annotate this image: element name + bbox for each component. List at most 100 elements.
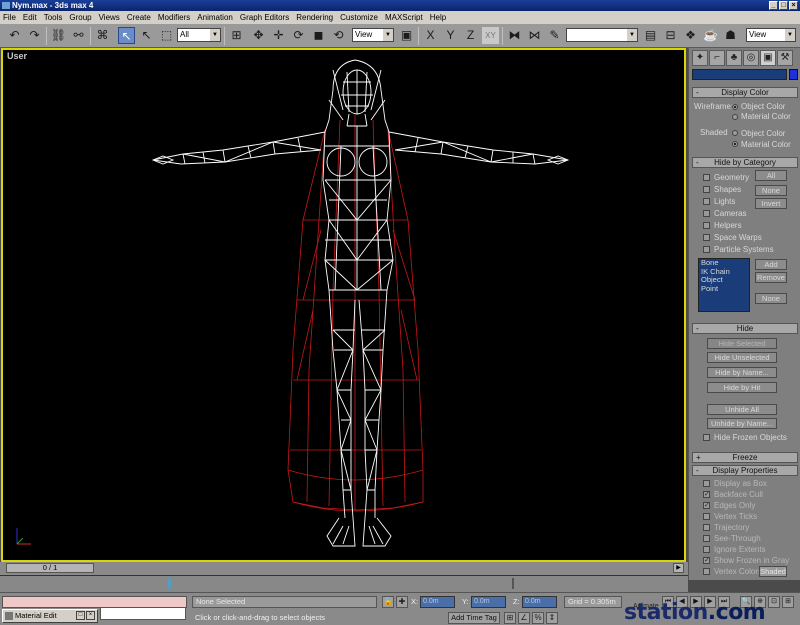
utilities-icon[interactable]: ⚒	[777, 50, 793, 66]
material-editor-icon[interactable]: ✎	[546, 27, 563, 44]
absolute-mode-icon[interactable]: ✚	[396, 596, 408, 608]
hide-none-button[interactable]: None	[755, 185, 787, 196]
time-slider[interactable]: 0 / 1	[6, 563, 94, 573]
menu-file[interactable]: File	[3, 13, 16, 22]
shaded-material-color-radio[interactable]	[732, 141, 738, 147]
display-color-rollout[interactable]: - Display Color	[692, 87, 798, 98]
list-item[interactable]: Point	[699, 284, 749, 294]
object-color-swatch[interactable]	[789, 69, 798, 80]
menu-customize[interactable]: Customize	[340, 13, 378, 22]
maxscript-input-field[interactable]	[100, 607, 186, 620]
schematic-view-icon[interactable]: ⊟	[662, 27, 679, 44]
menu-rendering[interactable]: Rendering	[296, 13, 333, 22]
see-through-checkbox[interactable]	[703, 535, 710, 542]
motion-icon[interactable]: ◎	[743, 50, 759, 66]
mirror-tool-icon[interactable]: ⧓	[506, 27, 523, 44]
lock-selection-icon[interactable]: 🔒	[382, 596, 394, 608]
hide-frozen-checkbox[interactable]	[703, 434, 710, 441]
minimize-button[interactable]: _	[769, 1, 778, 10]
add-time-tag-button[interactable]: Add Time Tag	[448, 612, 500, 624]
hide-all-button[interactable]: All	[755, 170, 787, 181]
modify-icon[interactable]: ⌐	[709, 50, 725, 66]
render-scene-icon[interactable]: ❖	[682, 27, 699, 44]
show-frozen-gray-checkbox[interactable]: ✓	[703, 557, 710, 564]
hide-helpers-checkbox[interactable]	[703, 222, 710, 229]
unhide-by-name-button[interactable]: Unhide by Name...	[707, 418, 777, 429]
menu-modifiers[interactable]: Modifiers	[158, 13, 190, 22]
hide-unselected-button[interactable]: Hide Unselected	[707, 352, 777, 363]
track-bar[interactable]	[0, 575, 688, 592]
display-properties-rollout[interactable]: - Display Properties	[692, 465, 798, 476]
move-icon[interactable]: ✥	[250, 27, 267, 44]
percent-snap-icon[interactable]: %	[532, 612, 544, 624]
bind-space-warp-icon[interactable]: ⌘	[94, 27, 111, 44]
select-object-icon[interactable]: ↖	[118, 27, 135, 44]
selection-region-icon[interactable]: ⬚	[158, 27, 175, 44]
display-icon[interactable]: ▣	[760, 50, 776, 66]
restrict-x-button[interactable]: X	[422, 27, 439, 44]
hide-cameras-checkbox[interactable]	[703, 210, 710, 217]
hide-space-warps-checkbox[interactable]	[703, 234, 710, 241]
remove-category-button[interactable]: Remove	[755, 272, 787, 283]
restrict-y-button[interactable]: Y	[442, 27, 459, 44]
zoom-extents-all-icon[interactable]: ⊞	[782, 596, 794, 608]
render-last-icon[interactable]: ☗	[722, 27, 739, 44]
zoom-extents-icon[interactable]: ⊡	[768, 596, 780, 608]
hide-by-name-button[interactable]: Hide by Name...	[707, 367, 777, 378]
menu-graph-editors[interactable]: Graph Editors	[240, 13, 289, 22]
hide-shapes-checkbox[interactable]	[703, 186, 710, 193]
uniform-scale-icon[interactable]: ◼	[310, 27, 327, 44]
menu-help[interactable]: Help	[430, 13, 446, 22]
vertex-colors-checkbox[interactable]	[703, 568, 710, 575]
restrict-xy-button[interactable]: XY	[482, 27, 499, 44]
hide-geometry-checkbox[interactable]	[703, 174, 710, 181]
wireframe-object-color-radio[interactable]	[732, 104, 738, 110]
snap-toggle-icon[interactable]: ⊞	[504, 612, 516, 624]
hide-rollout[interactable]: - Hide	[692, 323, 798, 334]
reference-coord-dropdown[interactable]: View ▼	[352, 28, 394, 42]
display-as-box-checkbox[interactable]	[703, 480, 710, 487]
quick-render-icon[interactable]: ☕	[702, 27, 719, 44]
unhide-all-button[interactable]: Unhide All	[707, 404, 777, 415]
menu-maxscript[interactable]: MAXScript	[385, 13, 423, 22]
wireframe-material-color-radio[interactable]	[732, 114, 738, 120]
menu-create[interactable]: Create	[127, 13, 151, 22]
shaded-object-color-radio[interactable]	[732, 130, 738, 136]
spinner-snap-icon[interactable]: ⇕	[546, 612, 558, 624]
freeze-rollout[interactable]: + Freeze	[692, 452, 798, 463]
next-frame-arrow-icon[interactable]: ▶	[673, 563, 684, 573]
menu-views[interactable]: Views	[99, 13, 120, 22]
mirror-icon[interactable]: ⟲	[330, 27, 347, 44]
align-icon[interactable]: ⋈	[526, 27, 543, 44]
trajectory-checkbox[interactable]	[703, 524, 710, 531]
close-button[interactable]: ×	[789, 1, 798, 10]
render-type-dropdown[interactable]: View ▼	[746, 28, 796, 42]
redo-icon[interactable]: ↷	[26, 27, 43, 44]
none-category-button[interactable]: None	[755, 293, 787, 304]
hide-selected-button[interactable]: Hide Selected	[707, 338, 777, 349]
hierarchy-icon[interactable]: ♣	[726, 50, 742, 66]
hide-by-hit-button[interactable]: Hide by Hit	[707, 382, 777, 393]
angle-snap-icon[interactable]: ∠	[518, 612, 530, 624]
named-selection-dropdown[interactable]: ▼	[566, 28, 638, 42]
hide-lights-checkbox[interactable]	[703, 198, 710, 205]
select-and-link-icon[interactable]: ⛓	[50, 27, 67, 44]
list-item[interactable]: IK Chain Object	[699, 267, 749, 285]
restrict-z-button[interactable]: Z	[462, 27, 479, 44]
user-viewport[interactable]: User	[1, 48, 686, 562]
z-coordinate-field[interactable]: 0.0m	[522, 596, 557, 608]
backface-cull-checkbox[interactable]: ✓	[703, 491, 710, 498]
hide-particle-systems-checkbox[interactable]	[703, 246, 710, 253]
pivot-center-icon[interactable]: ▣	[398, 27, 415, 44]
menu-edit[interactable]: Edit	[23, 13, 37, 22]
restore-icon[interactable]: □	[76, 611, 85, 620]
y-coordinate-field[interactable]: 0.0m	[471, 596, 506, 608]
select-by-name-icon[interactable]: ↖	[138, 27, 155, 44]
select-manipulate-icon[interactable]: ⊞	[228, 27, 245, 44]
undo-icon[interactable]: ↶	[6, 27, 23, 44]
scale-icon[interactable]: ⟳	[290, 27, 307, 44]
object-name-field[interactable]	[692, 69, 787, 80]
close-icon[interactable]: ×	[86, 611, 95, 620]
shaded-button[interactable]: Shaded	[759, 566, 787, 577]
category-list[interactable]: Bone IK Chain Object Point	[698, 258, 750, 312]
